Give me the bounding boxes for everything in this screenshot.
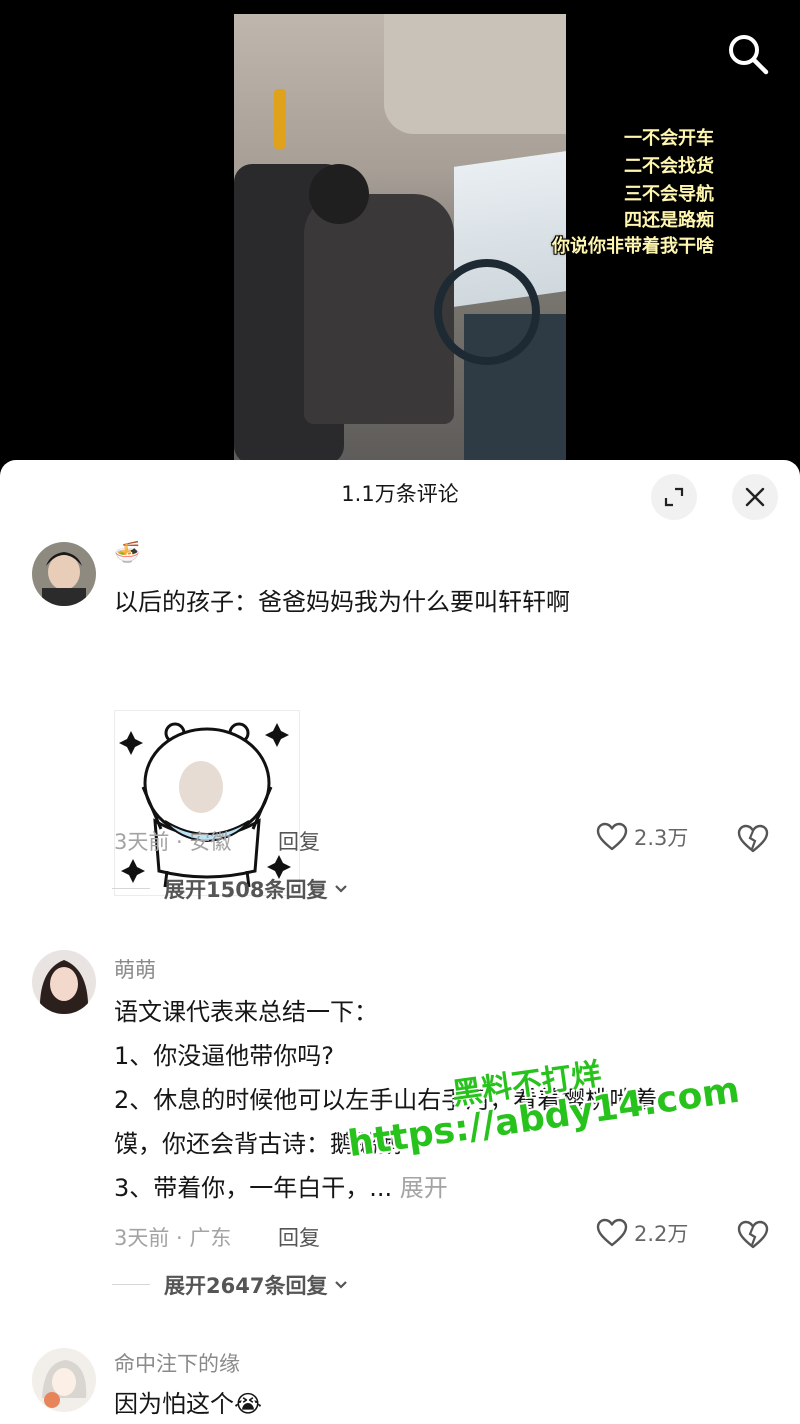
yellow-strap: [274, 89, 286, 149]
comment-text-line: 语文课代表来总结一下：: [114, 998, 378, 1026]
comment-time-location: 3天前 · 安徽: [114, 830, 232, 854]
dislike-button[interactable]: [737, 824, 769, 856]
close-button[interactable]: [732, 474, 778, 520]
avatar[interactable]: [32, 542, 96, 606]
avatar[interactable]: [32, 950, 96, 1014]
divider-line: [112, 888, 150, 889]
comment-username: 🍜: [114, 540, 141, 564]
comment-text-line: 2、休息的时候他可以左手山右手河，看着樱桃啃着: [114, 1086, 658, 1114]
reply-button[interactable]: 回复: [278, 1222, 320, 1252]
comments-sheet: 1.1万条评论 🍜 以后的孩子：爸爸妈妈我为什么要叫轩轩啊 3天前 · 安徽 回…: [0, 460, 800, 1424]
video-caption-5: 你说你非带着我干啥: [552, 236, 714, 257]
reply-button[interactable]: 回复: [278, 826, 320, 856]
comment-username: 萌萌: [114, 958, 156, 982]
chevron-down-icon: [335, 885, 348, 893]
broken-heart-icon: [737, 1220, 769, 1249]
avatar[interactable]: [32, 1348, 96, 1412]
video-caption-4: 四还是路痴: [624, 210, 714, 231]
avatar-image: [32, 542, 96, 606]
driver-head: [309, 164, 369, 224]
like-button[interactable]: 2.2万: [596, 1218, 688, 1248]
comment-text: 因为怕这个😭: [114, 1390, 263, 1418]
comment-sticker-image: [114, 710, 300, 896]
heart-icon: [596, 822, 628, 851]
comment-text-line: 3、带着你，一年白干，... 展开: [114, 1166, 764, 1210]
search-icon: [729, 35, 769, 75]
heart-icon: [596, 1218, 628, 1247]
cab-ceiling: [384, 14, 566, 134]
bear-sticker-image: [119, 722, 291, 888]
comment-text: 以后的孩子：爸爸妈妈我为什么要叫轩轩啊: [114, 588, 570, 616]
avatar-image: [32, 950, 96, 1014]
expand-replies-label: 展开1508条回复: [164, 878, 328, 902]
driver-figure: [304, 194, 454, 424]
chevron-down-icon: [335, 1281, 348, 1289]
comment-item: 命中注下的缘 因为怕这个😭: [0, 1346, 800, 1424]
comment-text-tail: 3、带着你，一年白干，...: [114, 1174, 393, 1202]
search-button[interactable]: [724, 30, 772, 78]
comment-time-location: 3天前 · 广东: [114, 1226, 232, 1250]
divider-line: [112, 1284, 150, 1285]
broken-heart-icon: [737, 824, 769, 853]
steering-wheel: [434, 259, 540, 365]
comment-text-line: 1、你没逼他带你吗?: [114, 1042, 335, 1070]
comment-item: 萌萌 语文课代表来总结一下： 1、你没逼他带你吗? 2、休息的时候他可以左手山右…: [0, 950, 800, 1320]
video-frame[interactable]: [234, 14, 566, 464]
expand-replies-button[interactable]: 展开1508条回复: [164, 874, 351, 904]
video-caption-2: 二不会找货: [624, 156, 714, 177]
video-caption-1: 一不会开车: [624, 128, 714, 149]
expand-text-button[interactable]: 展开: [400, 1174, 448, 1202]
like-count: 2.2万: [634, 1222, 689, 1246]
dislike-button[interactable]: [737, 1220, 769, 1252]
comment-item: 🍜 以后的孩子：爸爸妈妈我为什么要叫轩轩啊 3天前 · 安徽 回复 2.3万 展…: [0, 540, 800, 920]
video-caption-3: 三不会导航: [624, 184, 714, 205]
expand-icon: [664, 487, 684, 507]
comment-text-line: 馍，你还会背古诗：鹅鹅鹅: [114, 1130, 402, 1158]
avatar-image: [32, 1348, 96, 1412]
comment-text: 语文课代表来总结一下： 1、你没逼他带你吗? 2、休息的时候他可以左手山右手河，…: [114, 990, 764, 1210]
video-player[interactable]: 一不会开车 二不会找货 三不会导航 四还是路痴 你说你非带着我干啥: [0, 0, 800, 470]
expand-sheet-button[interactable]: [651, 474, 697, 520]
like-button[interactable]: 2.3万: [596, 822, 688, 852]
close-icon: [745, 487, 765, 507]
expand-replies-label: 展开2647条回复: [164, 1274, 328, 1298]
expand-replies-button[interactable]: 展开2647条回复: [164, 1270, 351, 1300]
comment-username: 命中注下的缘: [114, 1352, 240, 1376]
like-count: 2.3万: [634, 826, 689, 850]
